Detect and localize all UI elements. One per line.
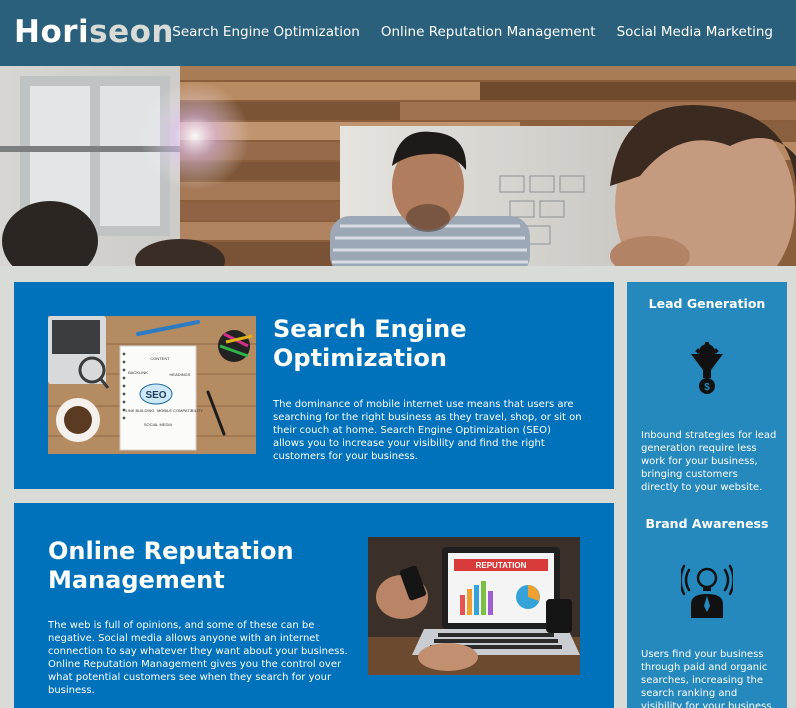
brand-awareness-body: Users find your business through paid an… <box>641 649 775 708</box>
lead-generation-body: Inbound strategies for lead generation r… <box>641 430 777 493</box>
orm-laptop-illustration: REPUTATION <box>368 537 580 675</box>
seo-section: SEO CONTENT BACKLINK HEADINGS LINK BUILD… <box>14 282 614 489</box>
nav-link-seo[interactable]: Search Engine Optimization <box>172 24 360 40</box>
seo-title: Search Engine Optimization <box>273 315 467 372</box>
brand-awareness-title: Brand Awareness <box>645 516 769 531</box>
seo-image-label-social: SOCIAL MEDIA <box>144 422 173 427</box>
lightbulb-person-icon <box>679 562 735 618</box>
hero-image <box>0 66 796 266</box>
benefits-sidebar: Lead Generation $ Inbound strategies for… <box>627 282 787 708</box>
seo-body: The dominance of mobile internet use mea… <box>273 399 582 462</box>
orm-title: Online Reputation Management <box>48 537 294 594</box>
logo-main-text: Hori <box>14 14 90 50</box>
seo-text-block: Search Engine Optimization The dominance… <box>273 315 583 463</box>
seo-image-label-seo: SEO <box>145 390 166 401</box>
hero-office-photo <box>0 66 796 266</box>
lead-generation-title: Lead Generation <box>648 296 766 311</box>
seo-image-label-linkbuilding: LINK BUILDING <box>126 408 155 413</box>
seo-image-label-content: CONTENT <box>150 356 170 361</box>
orm-text-block: Online Reputation Management The web is … <box>48 537 358 697</box>
orm-image: REPUTATION <box>368 537 580 675</box>
nav-link-social-media[interactable]: Social Media Marketing <box>617 24 773 40</box>
seo-image-label-backlink: BACKLINK <box>128 370 148 375</box>
seo-image: SEO CONTENT BACKLINK HEADINGS LINK BUILD… <box>48 316 256 454</box>
logo-accent-text: seon <box>89 14 174 50</box>
site-header: Horiseon Search Engine Optimization Onli… <box>0 0 796 66</box>
funnel-dollar-icon: $ <box>689 342 725 396</box>
nav-link-orm[interactable]: Online Reputation Management <box>381 24 596 40</box>
seo-image-label-mobile: MOBILE COMPATIBILITY <box>157 408 203 413</box>
orm-body: The web is full of opinions, and some of… <box>48 620 348 696</box>
orm-image-label: REPUTATION <box>476 561 527 570</box>
svg-text:$: $ <box>704 382 710 393</box>
main-nav: Search Engine Optimization Online Reputa… <box>172 24 773 40</box>
seo-notebook-illustration: SEO CONTENT BACKLINK HEADINGS LINK BUILD… <box>48 316 256 454</box>
seo-image-label-headings: HEADINGS <box>170 372 191 377</box>
orm-section: Online Reputation Management The web is … <box>14 503 614 708</box>
site-logo[interactable]: Horiseon <box>14 14 174 50</box>
